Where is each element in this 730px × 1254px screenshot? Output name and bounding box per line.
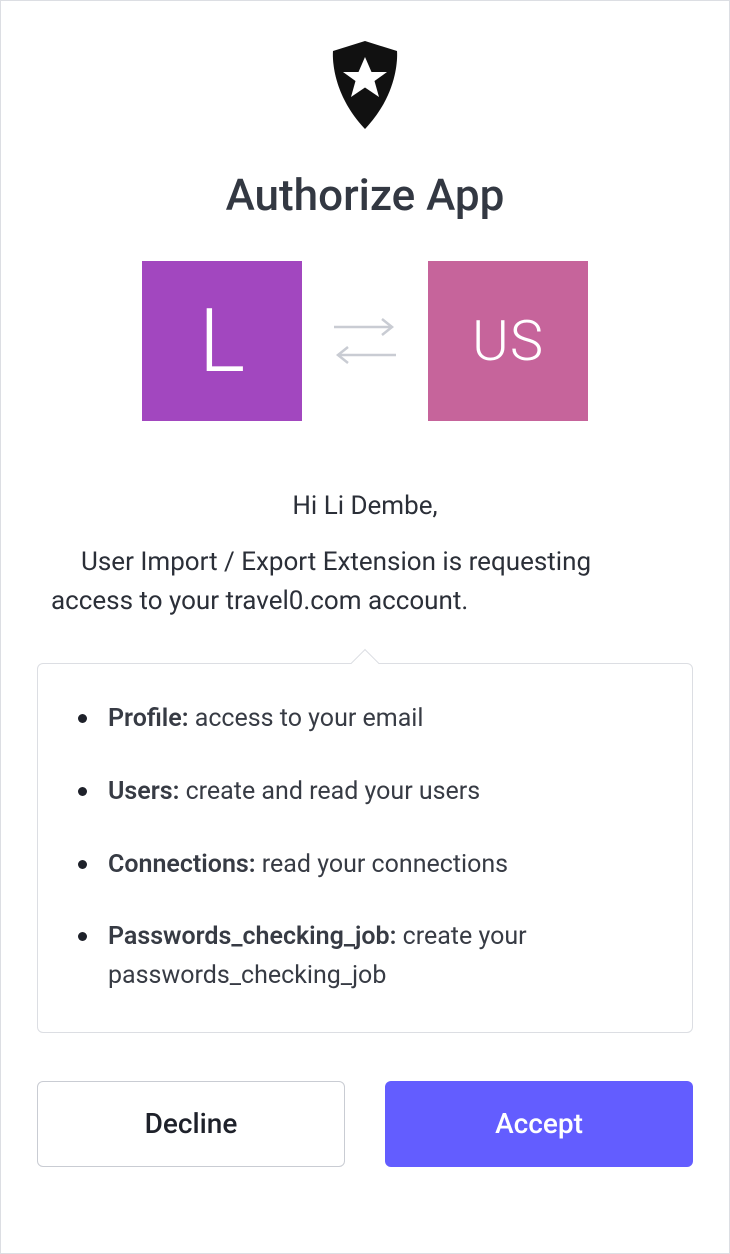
consent-dialog: Authorize App L US Hi Li Dembe, User Imp… [0,0,730,1254]
accept-button-label: Accept [495,1107,583,1140]
target-app-initial: US [472,308,544,374]
panel-pointer [351,649,379,677]
request-tail-text: account. [362,586,469,616]
greeting-suffix: , [433,491,438,521]
exchange-arrows-icon [330,318,400,364]
scope-title: Profile: [108,704,189,733]
brand-logo [37,41,693,131]
scope-title: Connections: [108,850,256,879]
accept-button[interactable]: Accept [385,1081,693,1167]
scope-description: read your connections [256,850,508,879]
shield-star-icon [327,41,403,131]
scope-description: access to your email [189,704,424,733]
app-exchange-row: L US [37,261,693,421]
account-domain: travel0.com [226,586,362,616]
requesting-app-name: User Import / Export Extension [81,547,436,577]
request-description: User Import / Export Extension is reques… [37,543,693,621]
greeting-text: Hi Li Dembe, [37,491,693,521]
target-app-tile: US [428,261,588,421]
greeting-prefix: Hi [292,491,323,521]
scope-title: Users: [108,777,179,806]
requesting-app-tile: L [142,261,302,421]
scope-item: Profile: access to your email [74,700,660,739]
scope-item: Users: create and read your users [74,773,660,812]
scopes-panel: Profile: access to your email Users: cre… [37,663,693,1033]
scope-title: Passwords_checking_job: [108,922,396,951]
greeting-name: Li Dembe [324,491,433,521]
decline-button-label: Decline [145,1107,238,1140]
scopes-list: Profile: access to your email Users: cre… [74,700,660,996]
scope-item: Connections: read your connections [74,846,660,885]
action-buttons: Decline Accept [37,1081,693,1167]
requesting-app-initial: L [199,290,245,393]
scope-description: create and read your users [179,777,480,806]
page-title: Authorize App [37,169,693,221]
scope-item: Passwords_checking_job: create your pass… [74,918,660,996]
decline-button[interactable]: Decline [37,1081,345,1167]
